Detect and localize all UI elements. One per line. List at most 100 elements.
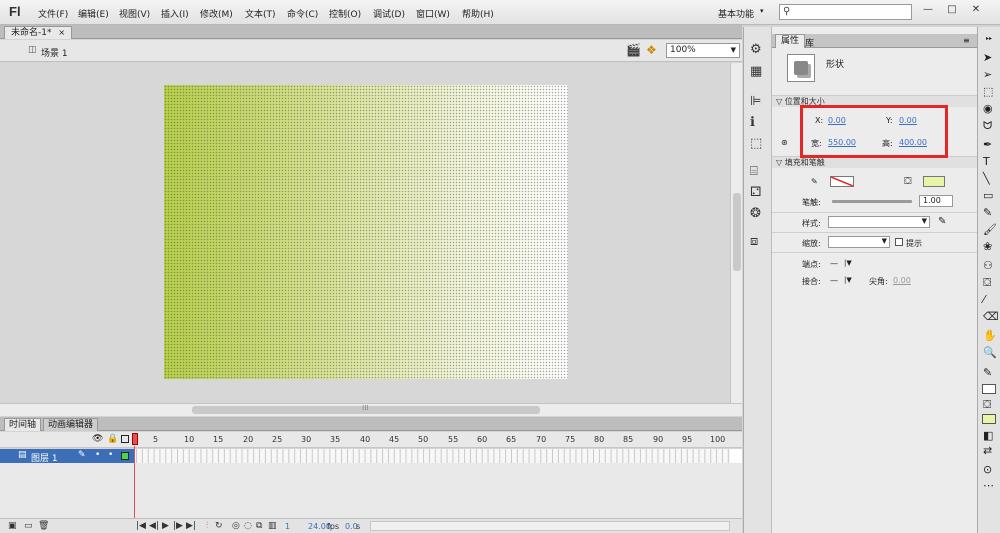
miter-value[interactable]: 0.00 [893, 276, 911, 285]
play-icon[interactable]: ▶ [162, 521, 169, 531]
rectangle-tool-icon[interactable]: ▭ [983, 189, 993, 202]
menu-commands[interactable]: 命令(C) [287, 7, 318, 20]
visibility-dot[interactable]: • [95, 450, 100, 460]
menu-edit[interactable]: 编辑(E) [78, 7, 109, 20]
chevron-down-icon[interactable]: |▼ [844, 259, 852, 267]
lock-icon[interactable]: 🔒 [107, 434, 118, 444]
panel-menu-icon[interactable]: ≡ [963, 36, 970, 45]
tab-timeline[interactable]: 时间轴 [4, 418, 42, 431]
workspace-switcher[interactable]: 基本功能 [718, 7, 754, 20]
menu-window[interactable]: 窗口(W) [416, 7, 450, 20]
onion-markers-icon[interactable]: ▥ [268, 521, 277, 531]
stroke-input[interactable]: 1.00 [919, 195, 953, 207]
hint-checkbox[interactable] [895, 238, 903, 246]
menu-debug[interactable]: 调试(D) [373, 7, 405, 20]
search-input[interactable]: ⚲ [779, 4, 912, 20]
pen-tool-icon[interactable]: ✒ [983, 138, 992, 151]
menu-control[interactable]: 控制(O) [329, 7, 361, 20]
step-back-icon[interactable]: ◀| [149, 521, 159, 531]
new-folder-icon[interactable]: ▭ [24, 521, 33, 531]
edit-symbol-icon[interactable]: ❖ [646, 43, 657, 57]
stroke-color-swatch[interactable] [830, 176, 854, 187]
tab-library[interactable]: 库 [805, 36, 814, 49]
pencil-tool-icon[interactable]: ✎ [983, 206, 992, 219]
text-tool-icon[interactable]: T [983, 155, 990, 168]
stage-area[interactable] [0, 63, 730, 403]
scale-select[interactable]: ▼ [828, 236, 890, 248]
align-icon[interactable]: ⊫ [750, 94, 761, 109]
free-transform-tool-icon[interactable]: ⬚ [983, 85, 993, 98]
loop-icon[interactable]: ↻ [215, 521, 223, 531]
cap-select[interactable]: — [830, 259, 838, 268]
trash-icon[interactable]: 🗑 [38, 521, 49, 531]
layer-name-cell[interactable]: ▤ 图层 1 ✎ • • [0, 449, 134, 464]
maximize-button[interactable]: □ [942, 2, 962, 18]
menu-modify[interactable]: 修改(M) [200, 7, 233, 20]
layer-row[interactable]: ▤ 图层 1 ✎ • • [0, 449, 742, 464]
menu-insert[interactable]: 插入(I) [161, 7, 189, 20]
selection-tool-icon[interactable]: ➤ [983, 51, 992, 64]
document-tab[interactable]: 未命名-1* × [4, 26, 73, 39]
fill-color-swatch[interactable] [982, 414, 996, 424]
onion-outline-icon[interactable]: ◌ [244, 521, 252, 531]
snap-to-objects-icon[interactable]: ⊙ [983, 463, 992, 476]
bone-tool-icon[interactable]: ⚇ [983, 259, 993, 272]
lock-dot[interactable]: • [108, 450, 113, 460]
menu-file[interactable]: 文件(F) [38, 7, 68, 20]
lasso-tool-icon[interactable]: ᗢ [983, 119, 992, 133]
smooth-icon[interactable]: ⋯ [983, 479, 994, 492]
code-snippets-icon[interactable]: ⌸ [750, 164, 758, 179]
playhead[interactable] [132, 433, 138, 445]
scene-label[interactable]: 场景 1 [41, 46, 68, 59]
menu-view[interactable]: 视图(V) [119, 7, 150, 20]
join-select[interactable]: — [830, 276, 838, 285]
stroke-slider[interactable] [832, 200, 912, 203]
new-layer-icon[interactable]: ▣ [8, 521, 17, 531]
frame-cells[interactable] [136, 449, 730, 463]
line-tool-icon[interactable]: ╲ [983, 172, 990, 185]
black-white-icon[interactable]: ◧ [983, 429, 993, 442]
tab-motion-editor[interactable]: 动画编辑器 [43, 418, 99, 431]
color-panel-icon[interactable]: ⚙ [750, 42, 762, 57]
menu-text[interactable]: 文本(T) [245, 7, 276, 20]
minimize-button[interactable]: — [918, 2, 938, 18]
menu-help[interactable]: 帮助(H) [462, 7, 494, 20]
paint-bucket-tool-icon[interactable]: ⛋ [983, 276, 991, 290]
horizontal-scrollbar[interactable]: ⁞⁞⁞ [0, 403, 742, 416]
swatches-icon[interactable]: ▦ [750, 64, 762, 79]
scene-panel-icon[interactable]: ⧈ [750, 234, 758, 249]
last-frame-icon[interactable]: ▶| [186, 521, 196, 531]
edit-multiple-icon[interactable]: ⧉ [256, 521, 262, 531]
scrollbar-thumb[interactable] [733, 193, 741, 271]
subselection-tool-icon[interactable]: ➢ [983, 68, 992, 81]
motion-presets-icon[interactable]: ❂ [750, 206, 761, 221]
close-button[interactable]: ✕ [966, 2, 986, 18]
zoom-tool-icon[interactable]: 🔍 [983, 346, 997, 359]
outline-icon[interactable] [121, 435, 129, 443]
eyedropper-tool-icon[interactable]: ⁄ [983, 293, 985, 306]
tab-properties[interactable]: 属性 [775, 34, 806, 48]
zoom-select[interactable]: 100% ▼ [666, 43, 740, 58]
onion-skin-icon[interactable]: ◎ [232, 521, 240, 531]
chevron-down-icon[interactable]: ▾ [760, 7, 764, 15]
link-icon[interactable]: ⊛ [781, 138, 788, 147]
eraser-tool-icon[interactable]: ⌫ [983, 310, 999, 323]
layer-outline-color[interactable] [121, 452, 129, 460]
style-select[interactable]: ▼ [828, 216, 930, 228]
brush-tool-icon[interactable]: 🖌 [983, 223, 997, 236]
chevron-down-icon[interactable]: |▼ [844, 276, 852, 284]
step-forward-icon[interactable]: |▶ [173, 521, 183, 531]
panel-menu-icon[interactable]: ▸▸ [986, 35, 992, 42]
fill-color-swatch[interactable] [923, 176, 945, 187]
first-frame-icon[interactable]: |◀ [136, 521, 146, 531]
3d-rotation-tool-icon[interactable]: ◉ [983, 102, 993, 115]
components-icon[interactable]: ⚁ [750, 185, 761, 200]
info-icon[interactable]: ℹ [750, 115, 755, 130]
timeline-scrollbar[interactable] [370, 521, 730, 531]
transform-icon[interactable]: ⬚ [750, 136, 762, 151]
current-frame[interactable]: 1 [285, 522, 290, 531]
vertical-scrollbar[interactable] [730, 63, 742, 403]
center-frame-icon[interactable]: ⫶ [206, 521, 208, 531]
swap-colors-icon[interactable]: ⇄ [983, 444, 992, 457]
edit-scene-icon[interactable]: 🎬 [626, 43, 641, 57]
